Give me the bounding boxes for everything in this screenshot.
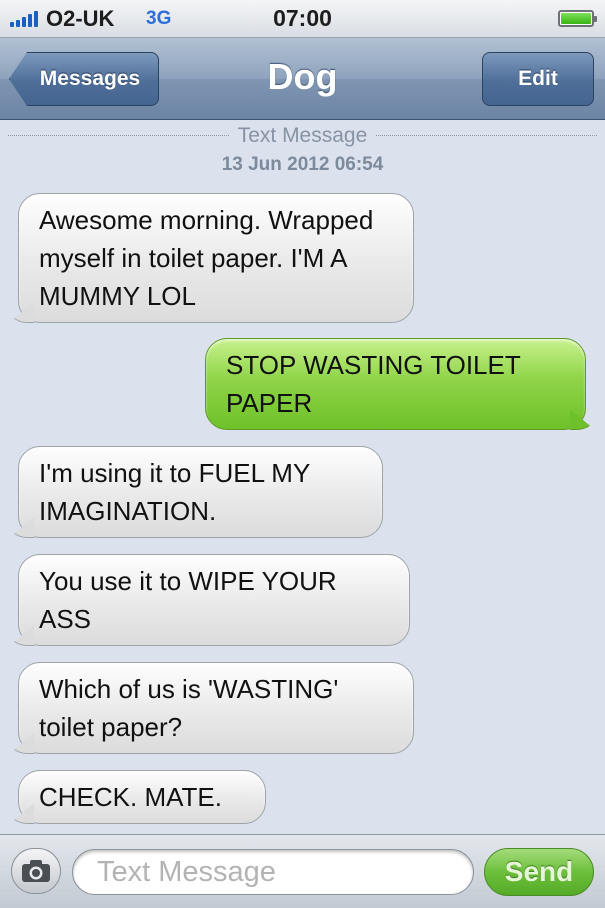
incoming-message[interactable]: Awesome morning. Wrapped myself in toile…	[18, 193, 414, 323]
thread-type-text: Text Message	[229, 124, 376, 147]
camera-button[interactable]	[11, 848, 61, 894]
compose-bar: Send	[0, 834, 605, 908]
send-button[interactable]: Send	[484, 848, 594, 896]
status-time: 07:00	[273, 5, 332, 31]
camera-icon	[22, 860, 50, 882]
incoming-message[interactable]: You use it to WIPE YOUR ASS	[18, 554, 410, 646]
thread-type-label: Text Message	[0, 124, 605, 148]
outgoing-message[interactable]: STOP WASTING TOILET PAPER	[205, 338, 586, 430]
incoming-message[interactable]: Which of us is 'WASTING' toilet paper?	[18, 662, 414, 754]
battery-level	[561, 13, 591, 24]
edit-button[interactable]: Edit	[482, 52, 594, 106]
incoming-message[interactable]: I'm using it to FUEL MY IMAGINATION.	[18, 446, 383, 538]
message-input[interactable]	[72, 849, 474, 895]
thread-date: 13 Jun 2012 06:54	[221, 154, 384, 175]
conversation-thread[interactable]: Text Message 13 Jun 2012 06:54 Awesome m…	[0, 120, 605, 834]
status-bar: O2-UK 3G 07:00	[0, 0, 605, 38]
incoming-message[interactable]: CHECK. MATE.	[18, 770, 266, 824]
nav-bar: Messages Dog Edit	[0, 38, 605, 120]
battery-icon	[558, 10, 597, 27]
